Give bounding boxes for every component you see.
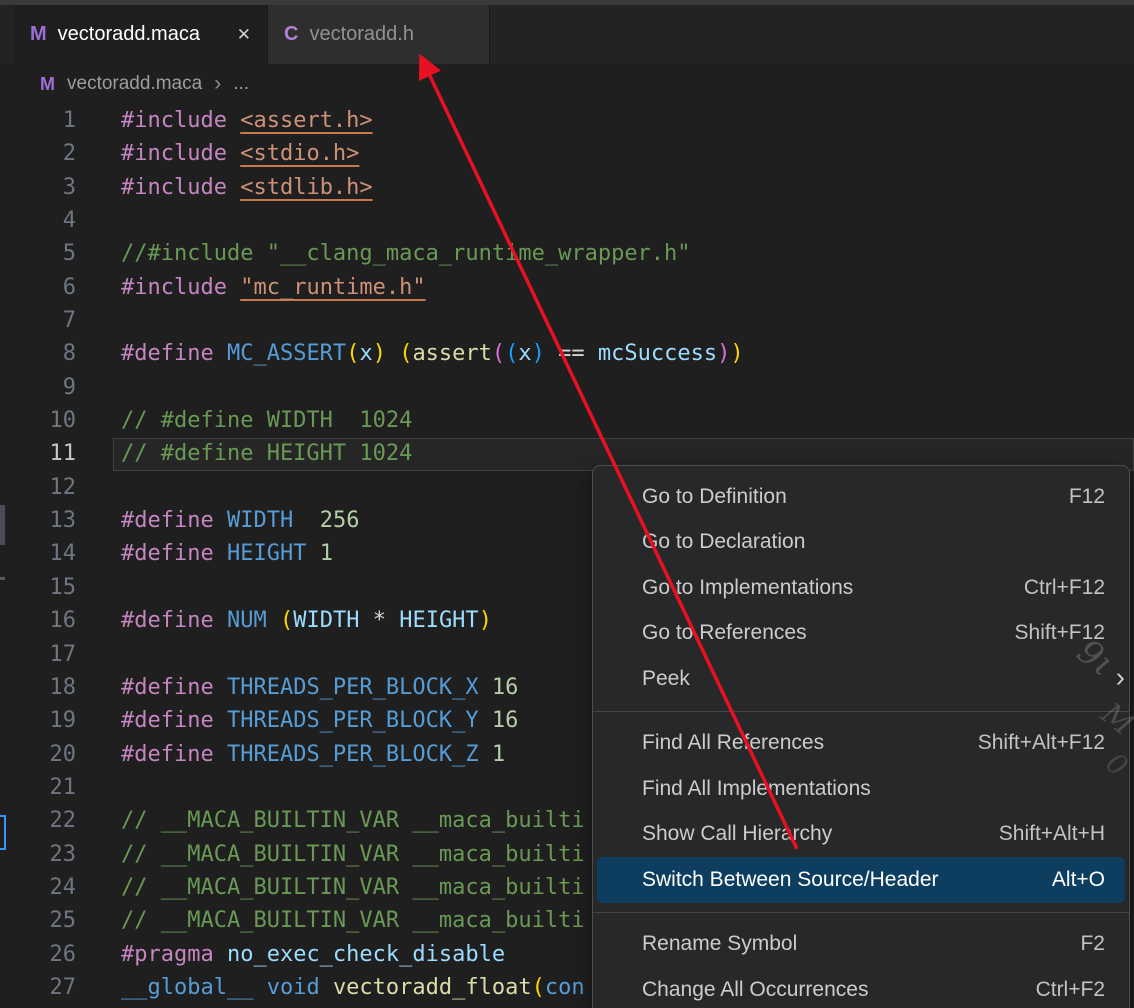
menu-item-shortcut: Shift+F12 xyxy=(1015,621,1105,645)
maca-file-icon: M xyxy=(40,74,55,95)
editor-tab-bar: M vectoradd.maca ✕ C vectoradd.h xyxy=(0,5,1134,64)
code-line[interactable]: #define MC_ASSERT(x) (assert((x) == mcSu… xyxy=(121,337,744,370)
menu-item-shortcut: F2 xyxy=(1080,932,1105,956)
menu-item-go-to-references[interactable]: Go to ReferencesShift+F12 xyxy=(593,611,1129,657)
line-number: 3 xyxy=(0,171,76,204)
tab-vectoradd-h[interactable]: C vectoradd.h xyxy=(268,5,490,64)
line-number: 7 xyxy=(0,304,76,337)
line-number: 23 xyxy=(0,838,76,871)
line-number: 18 xyxy=(0,671,76,704)
menu-item-switch-between-source-header[interactable]: Switch Between Source/HeaderAlt+O xyxy=(597,857,1125,903)
close-icon[interactable]: ✕ xyxy=(237,25,251,45)
line-number: 14 xyxy=(0,537,76,570)
menu-item-shortcut: Alt+O xyxy=(1052,868,1105,892)
line-number: 8 xyxy=(0,337,76,370)
line-number-gutter: 1234567891011121314151617181920212223242… xyxy=(0,104,76,1004)
tab-label: vectoradd.h xyxy=(309,23,414,46)
menu-item-label: Go to Declaration xyxy=(642,530,1105,554)
code-line[interactable]: // #define WIDTH 1024 xyxy=(121,404,744,437)
menu-item-change-all-occurrences[interactable]: Change All OccurrencesCtrl+F2 xyxy=(593,967,1129,1008)
line-number: 15 xyxy=(0,571,76,604)
line-number: 6 xyxy=(0,271,76,304)
code-line[interactable]: #include <stdlib.h> xyxy=(121,171,744,204)
line-number: 27 xyxy=(0,971,76,1004)
line-number: 24 xyxy=(0,871,76,904)
line-number: 5 xyxy=(0,237,76,270)
vscode-editor-window: M vectoradd.maca ✕ C vectoradd.h M vecto… xyxy=(0,0,1134,1008)
menu-item-label: Rename Symbol xyxy=(642,932,1080,956)
line-number: 16 xyxy=(0,604,76,637)
code-line[interactable]: #include <stdio.h> xyxy=(121,137,744,170)
line-number: 2 xyxy=(0,137,76,170)
line-number: 26 xyxy=(0,938,76,971)
menu-item-shortcut: Shift+Alt+H xyxy=(999,822,1105,846)
line-number: 11 xyxy=(0,437,76,470)
chevron-right-icon: › xyxy=(214,72,221,96)
menu-item-rename-symbol[interactable]: Rename SymbolF2 xyxy=(593,922,1129,968)
code-line[interactable]: #include <assert.h> xyxy=(121,104,744,137)
menu-item-label: Go to References xyxy=(642,621,1015,645)
code-line[interactable]: #include "mc_runtime.h" xyxy=(121,271,744,304)
tab-label: vectoradd.maca xyxy=(58,23,200,46)
line-number: 4 xyxy=(0,204,76,237)
menu-item-label: Change All Occurrences xyxy=(642,978,1036,1002)
tab-vectoradd-maca[interactable]: M vectoradd.maca ✕ xyxy=(14,5,268,64)
line-number: 9 xyxy=(0,371,76,404)
code-line[interactable] xyxy=(121,304,744,337)
line-number: 20 xyxy=(0,738,76,771)
line-number: 22 xyxy=(0,804,76,837)
menu-item-go-to-declaration[interactable]: Go to Declaration xyxy=(593,520,1129,566)
code-line[interactable] xyxy=(121,371,744,404)
menu-item-label: Go to Definition xyxy=(642,485,1069,509)
breadcrumb-file[interactable]: vectoradd.maca xyxy=(67,73,202,95)
menu-item-shortcut: Ctrl+F12 xyxy=(1024,576,1105,600)
menu-separator xyxy=(593,912,1129,913)
menu-item-label: Switch Between Source/Header xyxy=(642,868,1052,892)
c-header-file-icon: C xyxy=(284,23,298,46)
menu-item-go-to-implementations[interactable]: Go to ImplementationsCtrl+F12 xyxy=(593,565,1129,611)
code-line[interactable]: //#include "__clang_maca_runtime_wrapper… xyxy=(121,237,744,270)
menu-item-label: Show Call Hierarchy xyxy=(642,822,999,846)
menu-item-label: Find All References xyxy=(642,731,978,755)
menu-item-label: Go to Implementations xyxy=(642,576,1024,600)
breadcrumb-symbol[interactable]: ... xyxy=(233,73,249,95)
menu-item-label: Peek xyxy=(642,667,1105,691)
line-number: 12 xyxy=(0,471,76,504)
line-number: 21 xyxy=(0,771,76,804)
line-number: 19 xyxy=(0,704,76,737)
line-number: 10 xyxy=(0,404,76,437)
editor-context-menu: Go to DefinitionF12 Go to Declaration Go t… xyxy=(592,465,1130,1008)
menu-item-go-to-definition[interactable]: Go to DefinitionF12 xyxy=(593,474,1129,520)
line-number: 17 xyxy=(0,638,76,671)
menu-item-shortcut: Shift+Alt+F12 xyxy=(978,731,1105,755)
breadcrumb: M vectoradd.maca › ... xyxy=(0,64,1134,104)
menu-item-shortcut: F12 xyxy=(1069,485,1105,509)
menu-item-shortcut: Ctrl+F2 xyxy=(1036,978,1105,1002)
submenu-chevron-icon: › xyxy=(1116,661,1125,693)
line-number: 25 xyxy=(0,904,76,937)
menu-separator xyxy=(593,711,1129,712)
line-number: 13 xyxy=(0,504,76,537)
code-line[interactable] xyxy=(121,204,744,237)
menu-item-show-call-hierarchy[interactable]: Show Call HierarchyShift+Alt+H xyxy=(593,812,1129,858)
maca-file-icon: M xyxy=(30,23,47,46)
line-number: 1 xyxy=(0,104,76,137)
menu-item-peek[interactable]: Peek › xyxy=(593,656,1129,702)
menu-item-label: Find All Implementations xyxy=(642,777,1105,801)
menu-item-find-all-references[interactable]: Find All ReferencesShift+Alt+F12 xyxy=(593,721,1129,767)
menu-item-find-all-implementations[interactable]: Find All Implementations xyxy=(593,766,1129,812)
